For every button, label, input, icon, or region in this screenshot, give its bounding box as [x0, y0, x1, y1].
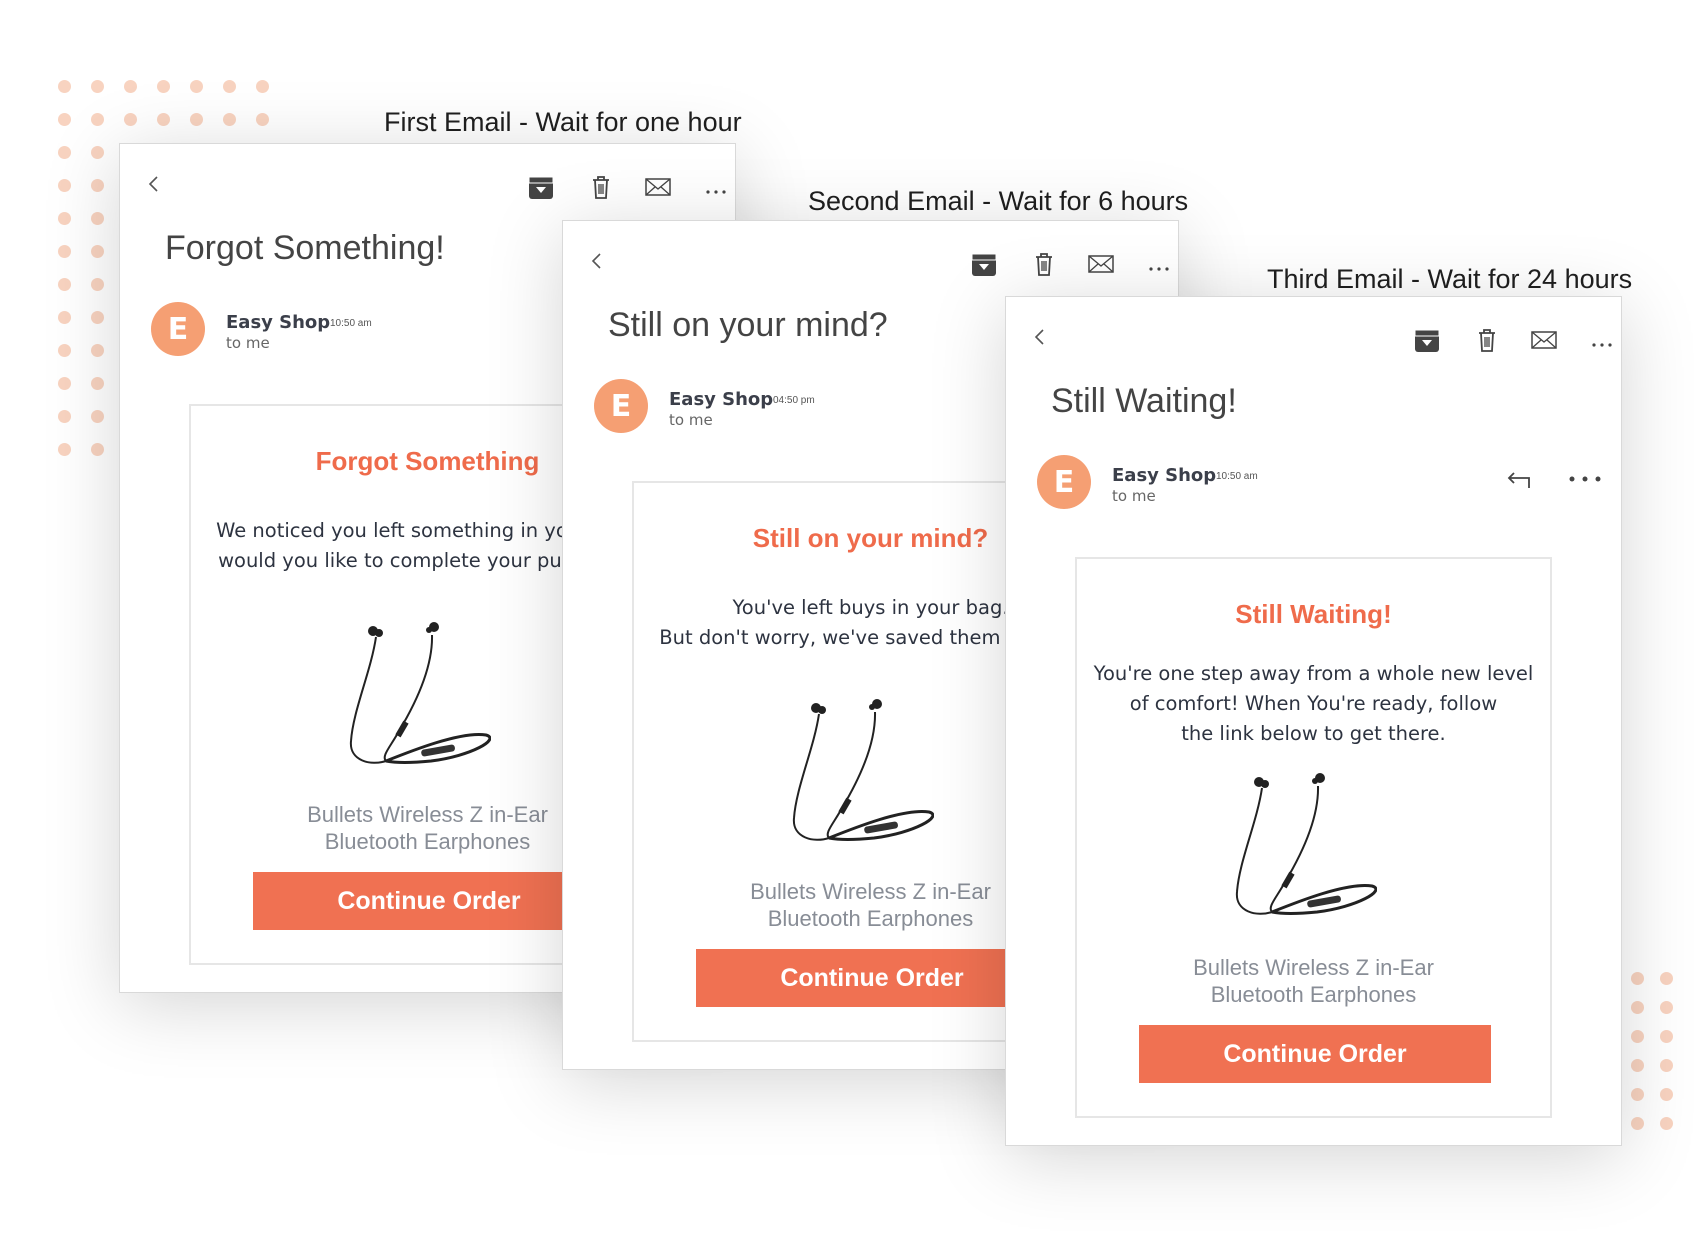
- decorative-dot: [91, 146, 104, 159]
- decorative-dot: [91, 212, 104, 225]
- more-icon[interactable]: [1587, 325, 1617, 355]
- decorative-dot: [91, 443, 104, 456]
- decorative-dot: [1660, 972, 1673, 985]
- chevron-left-icon[interactable]: [142, 172, 166, 196]
- email-panel-third: Still Waiting! E Easy Shop 10:50 am to m…: [1005, 296, 1622, 1146]
- decorative-dot: [91, 278, 104, 291]
- decorative-dot: [1660, 1001, 1673, 1014]
- decorative-dot: [91, 245, 104, 258]
- email-time: 10:50 am: [1216, 471, 1258, 482]
- decorative-dot: [58, 443, 71, 456]
- decorative-dot: [1631, 972, 1644, 985]
- decorative-dot: [256, 113, 269, 126]
- earphones-image: [1235, 773, 1377, 915]
- recipient-label: to me: [1112, 487, 1156, 505]
- body-line: You're one step away from a whole new le…: [1093, 662, 1534, 685]
- more-icon[interactable]: [1144, 249, 1174, 279]
- decorative-dot: [91, 344, 104, 357]
- decorative-dot: [58, 212, 71, 225]
- decorative-dot: [124, 113, 137, 126]
- email-card: Still Waiting! You're one step away from…: [1075, 557, 1552, 1118]
- mail-icon[interactable]: [1086, 249, 1116, 279]
- mail-icon[interactable]: [1529, 325, 1559, 355]
- decorative-dot: [91, 113, 104, 126]
- email-time: 04:50 pm: [773, 395, 815, 406]
- caption-first-email: First Email - Wait for one hour: [384, 107, 742, 137]
- chevron-left-icon[interactable]: [585, 249, 609, 273]
- trash-icon[interactable]: [1029, 249, 1059, 279]
- continue-order-button[interactable]: Continue Order: [696, 949, 1048, 1007]
- decorative-dot: [190, 80, 203, 93]
- sender-name: Easy Shop: [226, 312, 331, 333]
- archive-icon[interactable]: [969, 249, 999, 279]
- product-name: Bullets Wireless Z in-Ear Bluetooth Earp…: [1077, 954, 1550, 1008]
- caption-second-email: Second Email - Wait for 6 hours: [808, 186, 1189, 216]
- decorative-dot: [58, 278, 71, 291]
- avatar: E: [1037, 455, 1091, 509]
- decorative-dot: [91, 377, 104, 390]
- decorative-dot: [1631, 1030, 1644, 1043]
- sender-name: Easy Shop: [669, 389, 774, 410]
- caption-third-email: Third Email - Wait for 24 hours: [1267, 264, 1633, 294]
- decorative-dot: [1660, 1030, 1673, 1043]
- decorative-dot: [58, 311, 71, 324]
- trash-icon[interactable]: [586, 172, 616, 202]
- more-icon[interactable]: [701, 172, 731, 202]
- card-title: Still Waiting!: [1235, 599, 1392, 629]
- email-subject: Still on your mind?: [608, 306, 888, 344]
- decorative-dot: [58, 377, 71, 390]
- decorative-dot: [256, 80, 269, 93]
- decorative-dot: [223, 113, 236, 126]
- decorative-dot: [1660, 1117, 1673, 1130]
- recipient-label: to me: [226, 334, 270, 352]
- product-line: Bullets Wireless Z in-Ear: [1193, 955, 1434, 980]
- earphones-image: [349, 622, 491, 764]
- body-line: the link below to get there.: [1181, 722, 1446, 745]
- decorative-dot: [1631, 1117, 1644, 1130]
- avatar: E: [594, 379, 648, 433]
- decorative-dot: [58, 344, 71, 357]
- chevron-left-icon[interactable]: [1028, 325, 1052, 349]
- product-line: Bluetooth Earphones: [1210, 982, 1417, 1007]
- continue-order-button[interactable]: Continue Order: [253, 872, 605, 930]
- decorative-dot: [58, 410, 71, 423]
- email-subject: Still Waiting!: [1051, 382, 1237, 420]
- decorative-dot: [58, 245, 71, 258]
- continue-order-button[interactable]: Continue Order: [1139, 1025, 1491, 1083]
- decorative-dot: [190, 113, 203, 126]
- earphones-image: [792, 699, 934, 841]
- decorative-dot: [1631, 1001, 1644, 1014]
- email-time: 10:50 am: [330, 318, 372, 329]
- decorative-dot: [91, 80, 104, 93]
- decorative-dot: [223, 80, 236, 93]
- mail-icon[interactable]: [643, 172, 673, 202]
- decorative-dot: [58, 146, 71, 159]
- decorative-dot: [91, 311, 104, 324]
- decorative-dot: [58, 179, 71, 192]
- decorative-dot: [1631, 1088, 1644, 1101]
- decorative-dot: [157, 113, 170, 126]
- decorative-dot: [58, 80, 71, 93]
- decorative-dot: [58, 113, 71, 126]
- decorative-dot: [124, 80, 137, 93]
- decorative-dot: [91, 410, 104, 423]
- decorative-dot: [1631, 1059, 1644, 1072]
- archive-icon[interactable]: [526, 172, 556, 202]
- recipient-label: to me: [669, 411, 713, 429]
- card-body: You're one step away from a whole new le…: [1087, 659, 1540, 749]
- avatar: E: [151, 302, 205, 356]
- decorative-dot: [157, 80, 170, 93]
- more-icon[interactable]: [1566, 469, 1606, 489]
- trash-icon[interactable]: [1472, 325, 1502, 355]
- decorative-dot: [91, 179, 104, 192]
- archive-icon[interactable]: [1412, 325, 1442, 355]
- reply-icon[interactable]: [1505, 468, 1533, 492]
- decorative-dot: [1660, 1059, 1673, 1072]
- sender-name: Easy Shop: [1112, 465, 1217, 486]
- email-subject: Forgot Something!: [165, 229, 445, 267]
- body-line: of comfort! When You're ready, follow: [1129, 692, 1498, 715]
- decorative-dot: [1660, 1088, 1673, 1101]
